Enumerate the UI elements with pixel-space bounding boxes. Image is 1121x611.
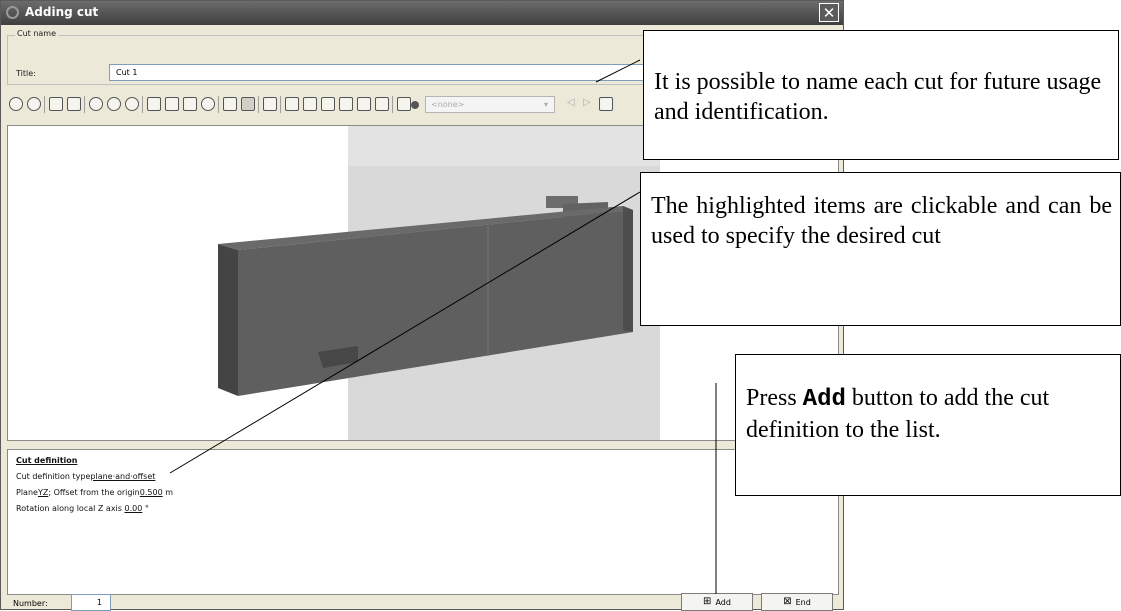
number-input[interactable]: 1 [71, 594, 111, 611]
cut-definition-heading: Cut definition [16, 456, 78, 465]
cut-type-label: Cut definition type [16, 472, 91, 481]
zoom-out-icon[interactable] [107, 97, 121, 111]
light-icon[interactable] [223, 97, 237, 111]
view-bottom-icon[interactable] [375, 97, 389, 111]
view-top-icon[interactable] [357, 97, 371, 111]
rotate-icon[interactable] [27, 97, 41, 111]
cube-view-icon[interactable] [49, 97, 63, 111]
toolbar-separator [142, 96, 143, 113]
view-left-icon[interactable] [321, 97, 335, 111]
plus-box-icon: ⊞ [703, 596, 712, 607]
chevron-down-icon: ▾ [543, 100, 548, 109]
callout-add-prefix: Press [746, 385, 803, 411]
frame-2-icon[interactable] [165, 97, 179, 111]
callout-add-keyword: Add [802, 386, 846, 413]
title-input[interactable]: Cut 1 [109, 64, 669, 81]
offset-label: ; Offset from the origin [48, 488, 140, 497]
rotation-unit: ° [142, 504, 149, 513]
window-title: Adding cut [25, 5, 99, 19]
close-box-icon: ⊠ [783, 596, 792, 607]
toolbar-separator [84, 96, 85, 113]
view-front-icon[interactable] [285, 97, 299, 111]
add-button[interactable]: ⊞ Add [681, 593, 753, 611]
cut-type-link[interactable]: plane·and·offset [90, 472, 155, 481]
zoom-fit-icon[interactable] [125, 97, 139, 111]
cut-name-group-label: Cut name [15, 29, 59, 38]
rotation-link[interactable]: 0.00 [125, 504, 143, 513]
offset-unit: m [162, 488, 174, 497]
light-2-icon[interactable] [241, 97, 255, 111]
callout-add: Press Add button to add the cut definiti… [735, 354, 1121, 496]
selection-combo-value: <none> [431, 100, 465, 109]
next-icon[interactable]: ▷ [583, 97, 591, 108]
callout-name-text: It is possible to name each cut for futu… [654, 69, 1102, 125]
frame-3-icon[interactable] [183, 97, 197, 111]
export-icon[interactable] [599, 97, 613, 111]
toolbar-separator [44, 96, 45, 113]
offset-link[interactable]: 0.500 [140, 488, 163, 497]
plane-link[interactable]: YZ [38, 488, 48, 497]
add-button-label: Add [715, 597, 731, 607]
cut-plane-top [348, 126, 660, 166]
view-right-icon[interactable] [339, 97, 353, 111]
selection-combo[interactable]: <none> ▾ [425, 96, 555, 113]
number-label: Number: [13, 599, 48, 608]
cut-definition-panel: Cut definition Cut definition typeplane·… [7, 449, 839, 595]
view-back-icon[interactable] [303, 97, 317, 111]
move-icon[interactable] [9, 97, 23, 111]
cube-view-2-icon[interactable] [67, 97, 81, 111]
frame-icon[interactable] [147, 97, 161, 111]
title-label: Title: [16, 69, 36, 78]
end-button[interactable]: ⊠ End [761, 593, 833, 611]
title-bar: Adding cut ✕ [1, 1, 843, 25]
callout-name: It is possible to name each cut for futu… [643, 30, 1119, 160]
zoom-in-icon[interactable] [89, 97, 103, 111]
zoom-window-icon[interactable] [201, 97, 215, 111]
toolbar-separator [258, 96, 259, 113]
close-button[interactable]: ✕ [819, 3, 839, 22]
model-left-face [218, 244, 238, 396]
end-button-label: End [795, 597, 811, 607]
rotation-label: Rotation along local Z axis [16, 504, 125, 513]
toolbar-separator [392, 96, 393, 113]
callout-highlight: The highlighted items are clickable and … [640, 172, 1121, 326]
previous-icon[interactable]: ◁ [567, 97, 575, 108]
dot-icon [411, 101, 419, 109]
model-right-face [623, 206, 633, 332]
app-icon [6, 6, 19, 19]
plane-label: Plane [16, 488, 38, 497]
axes-icon[interactable] [263, 97, 277, 111]
callout-highlight-text: The highlighted items are clickable and … [651, 193, 1112, 249]
toolbar-separator [280, 96, 281, 113]
toolbar-separator [218, 96, 219, 113]
list-icon[interactable] [397, 97, 411, 111]
